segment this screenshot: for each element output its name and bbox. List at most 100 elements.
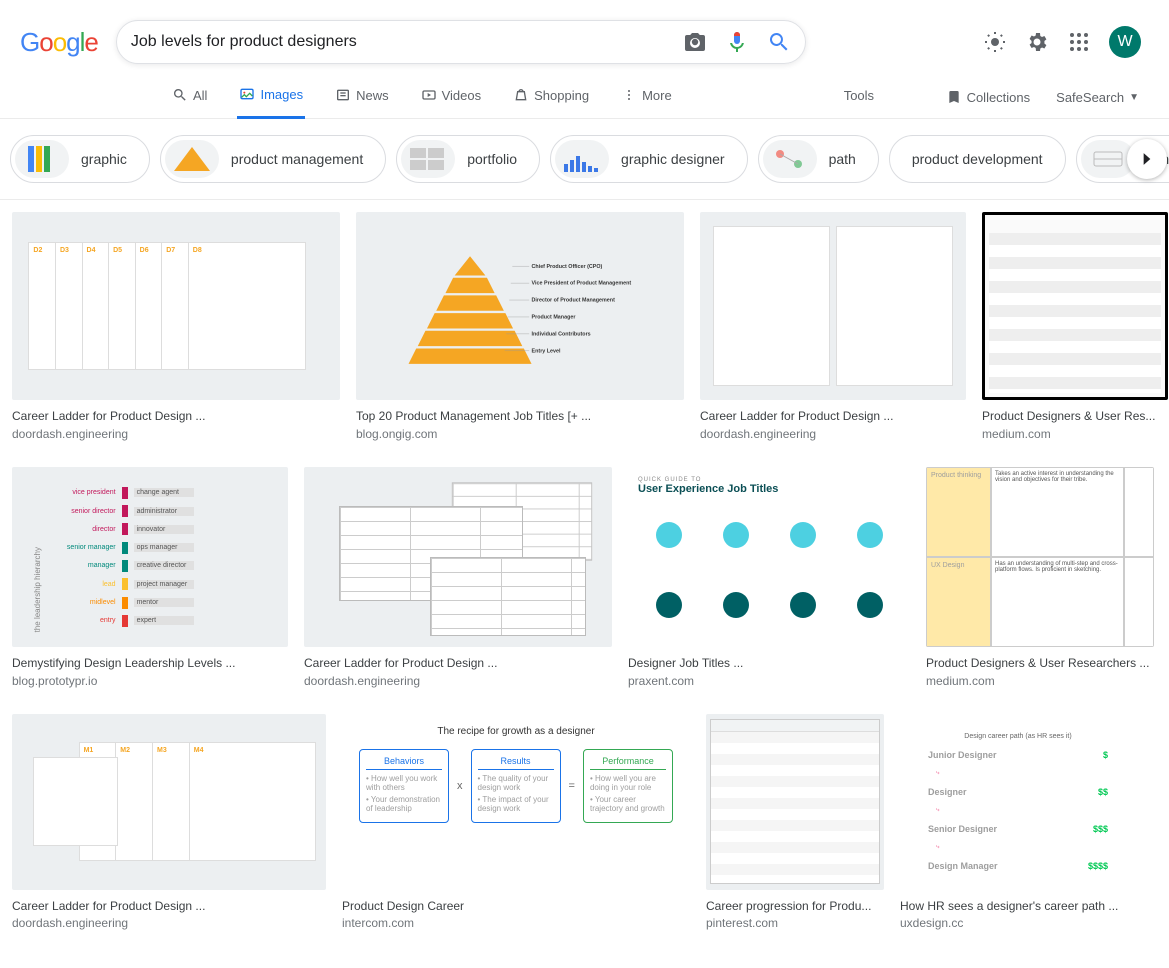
result-title: Career Ladder for Product Design ... (700, 408, 966, 425)
image-result-card[interactable]: Career Ladder for Product Design ... doo… (700, 212, 966, 441)
result-title: Career Ladder for Product Design ... (12, 408, 340, 425)
result-title: Career progression for Produ... (706, 898, 884, 915)
chip-graphic[interactable]: graphic (10, 135, 150, 183)
chip-thumb-icon (15, 140, 69, 178)
chip-path[interactable]: path (758, 135, 879, 183)
sun-theme-icon[interactable] (983, 30, 1007, 54)
tab-shopping[interactable]: Shopping (511, 77, 591, 117)
result-source: doordash.engineering (12, 427, 340, 441)
result-title: Career Ladder for Product Design ... (12, 898, 326, 915)
search-bar[interactable] (116, 20, 806, 64)
result-source: doordash.engineering (12, 916, 326, 930)
camera-icon[interactable] (683, 30, 707, 54)
result-title: Career Ladder for Product Design ... (304, 655, 612, 672)
header: Google W (0, 0, 1169, 64)
tab-news-label: News (356, 88, 389, 103)
image-result-card[interactable]: QUICK GUIDE TOUser Experience Job Titles… (628, 467, 910, 688)
search-input[interactable] (131, 33, 683, 51)
chip-label: graphic (81, 151, 127, 167)
result-thumbnail[interactable]: Design career path (as HR sees it)Junior… (900, 714, 1122, 890)
result-title: Product Design Career (342, 898, 690, 915)
tab-more[interactable]: More (619, 77, 674, 117)
chip-label: product development (912, 151, 1043, 167)
svg-text:Product Manager: Product Manager (532, 314, 577, 320)
image-result-card[interactable]: Career Ladder for Product Design ... doo… (304, 467, 612, 688)
collections-link[interactable]: Collections (946, 89, 1031, 105)
chip-product-management[interactable]: product management (160, 135, 386, 183)
image-result-card[interactable]: D2D3D4D5D6D7D8 Career Ladder for Product… (12, 212, 340, 441)
apps-grid-icon[interactable] (1067, 30, 1091, 54)
tab-news[interactable]: News (333, 77, 391, 117)
chip-graphic-designer[interactable]: graphic designer (550, 135, 748, 183)
result-thumbnail[interactable]: Product thinkingTakes an active interest… (926, 467, 1154, 647)
result-source: pinterest.com (706, 916, 884, 930)
chip-scroll-right-button[interactable] (1127, 139, 1167, 179)
image-result-card[interactable]: Product thinkingTakes an active interest… (926, 467, 1154, 688)
svg-text:Director of Product Management: Director of Product Management (532, 297, 616, 303)
chevron-down-icon: ▼ (1129, 92, 1139, 103)
safesearch-dropdown[interactable]: SafeSearch ▼ (1056, 90, 1139, 105)
result-thumbnail[interactable]: D2D3D4D5D6D7D8 (12, 212, 340, 400)
search-icon[interactable] (767, 30, 791, 54)
image-results: D2D3D4D5D6D7D8 Career Ladder for Product… (0, 200, 1169, 968)
result-thumbnail[interactable] (304, 467, 612, 647)
result-thumbnail[interactable] (700, 212, 966, 400)
image-result-card[interactable]: Chief Product Officer (CPO) Vice Preside… (356, 212, 684, 441)
result-thumbnail[interactable] (706, 714, 884, 890)
result-thumbnail[interactable]: QUICK GUIDE TOUser Experience Job Titles (628, 467, 910, 647)
chip-thumb-icon (763, 140, 817, 178)
result-source: praxent.com (628, 674, 910, 688)
image-result-card[interactable]: Career progression for Produ... pinteres… (706, 714, 884, 931)
chip-thumb-icon (401, 140, 455, 178)
tab-tools[interactable]: Tools (842, 78, 876, 117)
result-source: doordash.engineering (700, 427, 966, 441)
safesearch-label: SafeSearch (1056, 90, 1124, 105)
result-thumbnail[interactable]: Chief Product Officer (CPO) Vice Preside… (356, 212, 684, 400)
image-result-card[interactable]: The recipe for growth as a designerBehav… (342, 714, 690, 931)
svg-text:Entry Level: Entry Level (532, 348, 561, 354)
tab-tools-label: Tools (844, 88, 874, 103)
tab-images-label: Images (260, 87, 303, 102)
tab-all[interactable]: All (170, 77, 209, 117)
tab-more-label: More (642, 88, 672, 103)
result-thumbnail[interactable]: The recipe for growth as a designerBehav… (342, 714, 690, 890)
result-thumbnail[interactable] (982, 212, 1168, 400)
chip-label: path (829, 151, 856, 167)
tab-images[interactable]: Images (237, 76, 305, 119)
result-source: uxdesign.cc (900, 916, 1122, 930)
result-thumbnail[interactable]: the leadership hierarchy vice president … (12, 467, 288, 647)
avatar[interactable]: W (1109, 26, 1141, 58)
chip-thumb-icon (165, 140, 219, 178)
search-tabs: All Images News Videos Shopping More Too… (0, 64, 1169, 119)
chip-label: graphic designer (621, 151, 725, 167)
result-title: How HR sees a designer's career path ... (900, 898, 1122, 915)
image-result-card[interactable]: Design career path (as HR sees it)Junior… (900, 714, 1122, 931)
image-result-card[interactable]: M1M2M3M4 Career Ladder for Product Desig… (12, 714, 326, 931)
result-source: doordash.engineering (304, 674, 612, 688)
collections-label: Collections (967, 90, 1031, 105)
svg-text:Individual Contributors: Individual Contributors (532, 331, 591, 337)
chip-portfolio[interactable]: portfolio (396, 135, 540, 183)
result-title: Top 20 Product Management Job Titles [+ … (356, 408, 684, 425)
google-logo[interactable]: Google (20, 27, 98, 58)
result-title: Designer Job Titles ... (628, 655, 910, 672)
related-chips: graphic product management portfolio graphi… (0, 119, 1169, 200)
svg-text:Chief Product Officer (CPO): Chief Product Officer (CPO) (532, 264, 603, 270)
image-result-card[interactable]: Product Designers & User Res... medium.c… (982, 212, 1168, 441)
chip-product-development[interactable]: product development (889, 135, 1066, 183)
result-source: blog.ongig.com (356, 427, 684, 441)
result-source: medium.com (926, 674, 1154, 688)
tab-all-label: All (193, 88, 207, 103)
chip-label: portfolio (467, 151, 517, 167)
tab-videos[interactable]: Videos (419, 77, 484, 117)
mic-icon[interactable] (725, 30, 749, 54)
gear-icon[interactable] (1025, 30, 1049, 54)
image-result-card[interactable]: the leadership hierarchy vice president … (12, 467, 288, 688)
result-title: Product Designers & User Res... (982, 408, 1168, 425)
svg-text:Vice President of Product Mana: Vice President of Product Management (532, 280, 632, 286)
chip-label: product management (231, 151, 363, 167)
chip-thumb-icon (555, 140, 609, 178)
tab-shopping-label: Shopping (534, 88, 589, 103)
result-title: Product Designers & User Researchers ... (926, 655, 1154, 672)
result-thumbnail[interactable]: M1M2M3M4 (12, 714, 326, 890)
